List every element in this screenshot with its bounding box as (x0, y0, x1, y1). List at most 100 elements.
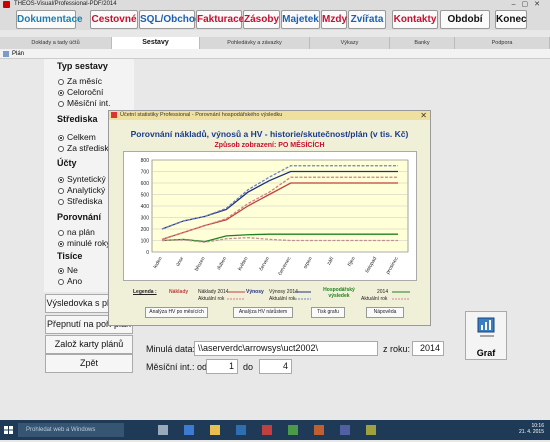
legend-line-hv-akt (392, 298, 410, 300)
strediska-heading: Střediska (57, 114, 98, 124)
y-tick-label: 100 (141, 239, 150, 245)
tisice-heading: Tisíce (57, 251, 83, 261)
od-field[interactable]: 1 (206, 359, 238, 374)
radio-analyticky[interactable]: Analytický (58, 185, 105, 195)
tab-doklady[interactable]: Doklady a tady účtů (0, 37, 112, 49)
radio-synteticky[interactable]: Syntetický (58, 174, 106, 184)
menu-mzdy[interactable]: Mzdy (321, 10, 347, 29)
menu-obdobi[interactable]: Období (440, 10, 490, 29)
radio-za-mesic[interactable]: Za měsíc (58, 76, 102, 86)
x-tick-label: srpen (302, 256, 314, 270)
radio-dot-selected (58, 267, 64, 274)
menu-majetek[interactable]: Majetek (281, 10, 320, 29)
window-icon (3, 51, 9, 57)
x-tick-label: prosinec (385, 256, 400, 276)
edge-icon[interactable] (184, 425, 194, 435)
zaloz-karty-planu-button[interactable]: Založ karty plánů (45, 335, 133, 354)
legend-line-vynosy-akt (295, 298, 311, 300)
graf-button[interactable]: Graf (465, 311, 507, 360)
explorer-icon[interactable] (210, 425, 220, 435)
task-view-icon[interactable] (158, 425, 168, 435)
do-field[interactable]: 4 (259, 359, 292, 374)
theos-app-icon[interactable] (262, 425, 272, 435)
x-tick-label: únor (175, 256, 185, 268)
menu-sql-obchod[interactable]: SQL/Obchod (139, 10, 201, 29)
radio-strediska[interactable]: Střediska (58, 196, 102, 206)
menu-fakturace[interactable]: Fakturace (196, 10, 244, 29)
legend-hv-akt: Aktuální rok (361, 296, 388, 302)
radio-celkem[interactable]: Celkem (58, 132, 96, 142)
dialog-subheading: Způsob zobrazení: PO MĚSÍCÍCH (214, 142, 325, 149)
radio-na-plan[interactable]: na plán (58, 227, 95, 237)
app-icon-4[interactable] (340, 425, 350, 435)
x-tick-label: květen (237, 256, 250, 272)
y-tick-label: 300 (141, 216, 150, 222)
radio-za-strediska[interactable]: Za střediska (58, 143, 113, 153)
z-roku-label: z roku: (383, 344, 411, 354)
app-icon-2[interactable] (288, 425, 298, 435)
y-tick-label: 700 (141, 170, 150, 176)
menu-konec[interactable]: Konec (495, 10, 527, 29)
app-icon-5[interactable] (366, 425, 376, 435)
radio-dot-selected (58, 89, 64, 96)
y-tick-label: 800 (141, 158, 150, 164)
z-roku-field[interactable]: 2014 (412, 341, 444, 356)
menu-zvirata[interactable]: Zvířata (348, 10, 386, 29)
menu-bar: Dokumentace Cestovné SQL/Obchod Fakturac… (0, 9, 550, 30)
main-tabs: Doklady a tady účtů Sestavy Pohledávky a… (0, 37, 550, 49)
radio-ano[interactable]: Ano (58, 276, 82, 286)
radio-dot-selected (58, 134, 64, 141)
napoveda-button[interactable]: Nápověda (366, 307, 404, 318)
tab-podpora[interactable]: Podpora (455, 37, 550, 49)
dialog-icon (111, 112, 117, 118)
chart-icon (477, 317, 495, 337)
y-tick-label: 200 (141, 227, 150, 233)
window-controls[interactable]: –▢✕ (512, 0, 546, 9)
radio-dot (58, 198, 64, 205)
zpet-button[interactable]: Zpět (45, 354, 133, 373)
app-icon-3[interactable] (314, 425, 324, 435)
tab-vykazy[interactable]: Výkazy (310, 37, 390, 49)
x-tick-label: listopad (364, 256, 378, 274)
tab-pohledavky[interactable]: Pohledávky a závazky (200, 37, 310, 49)
radio-celorocni[interactable]: Celoroční (58, 87, 103, 97)
windows-icon (4, 426, 13, 434)
store-icon[interactable] (236, 425, 246, 435)
tab-sestavy[interactable]: Sestavy (112, 37, 200, 49)
x-tick-label: duben (216, 256, 228, 271)
tab-banky[interactable]: Banky (390, 37, 455, 49)
start-button[interactable] (0, 420, 17, 440)
comparison-dialog: Účetní statistiky Professional - Porovná… (108, 110, 431, 326)
menu-kontakty[interactable]: Kontakty (392, 10, 438, 29)
taskbar-search-input[interactable]: Prohledat web a Windows (18, 423, 124, 437)
radio-dot (58, 145, 64, 152)
app-title: THEOS-Visual/Professional-PDF/2014 (14, 1, 117, 7)
legend-line-naklady-akt (227, 298, 245, 300)
analyza-hv-po-mesicich-button[interactable]: Analýza HV po měsících (145, 307, 208, 318)
x-tick-label: leden (152, 256, 163, 270)
child-window-title: Plán (12, 51, 25, 57)
radio-dot (58, 78, 64, 85)
radio-dot-selected (58, 176, 64, 183)
menu-dokumentace[interactable]: Dokumentace (16, 10, 83, 29)
minula-data-field[interactable]: \\aserverdc\arrowsys\uct2002\ (194, 341, 378, 356)
close-icon[interactable]: ✕ (420, 111, 427, 120)
tisk-grafu-button[interactable]: Tisk grafu (311, 307, 345, 318)
clock[interactable]: 10:16 21. 4. 2015 (519, 423, 544, 435)
legend-vynosy: Výnosy (246, 289, 264, 295)
menu-zasoby[interactable]: Zásoby (243, 10, 280, 29)
y-tick-label: 0 (146, 250, 149, 256)
radio-dot (58, 187, 64, 194)
legend-line-naklady-2014 (227, 291, 245, 293)
analyza-hv-narustem-button[interactable]: Analýza HV nárůstem (233, 307, 293, 318)
y-tick-label: 500 (141, 193, 150, 199)
menu-cestovne[interactable]: Cestovné (90, 10, 138, 29)
ucty-heading: Účty (57, 158, 77, 168)
radio-minule-roky[interactable]: minulé roky (58, 238, 110, 248)
legend-naklady-2014: Náklady 2014 (198, 289, 229, 295)
radio-ne[interactable]: Ne (58, 265, 78, 275)
radio-mesicni-int[interactable]: Měsíční int. (58, 98, 110, 108)
dialog-title: Účetní statistiky Professional - Porovná… (120, 112, 283, 118)
app-title-bar: THEOS-Visual/Professional-PDF/2014 –▢✕ (0, 0, 550, 9)
do-label: do (243, 362, 254, 372)
